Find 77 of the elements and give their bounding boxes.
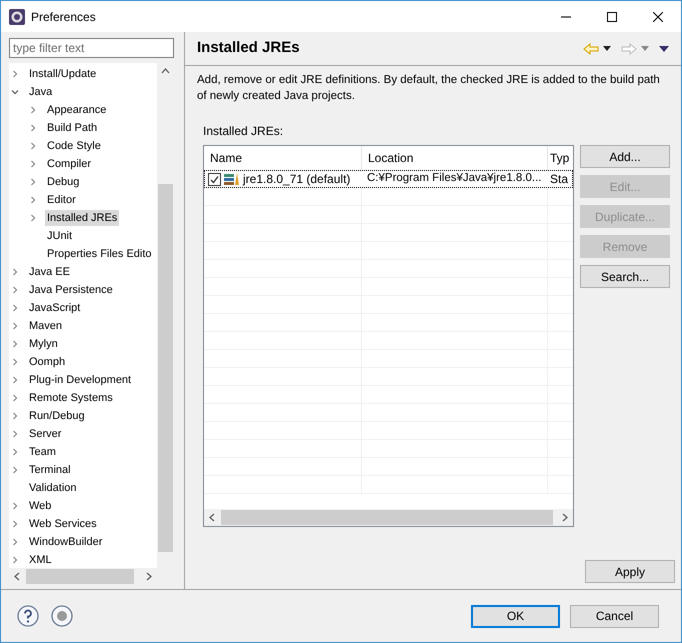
tree-item[interactable]: Editor: [45, 192, 78, 208]
dialog-button[interactable]: Cancel: [570, 604, 659, 628]
dialog-button[interactable]: OK: [471, 604, 560, 628]
tree-item[interactable]: Web Services: [27, 516, 99, 532]
chevron-right-icon[interactable]: [11, 430, 19, 438]
help-icon[interactable]: [17, 605, 39, 627]
chevron-right-icon[interactable]: [29, 106, 37, 114]
window-title: Preferences: [31, 8, 96, 26]
forward-arrow-icon[interactable]: [621, 42, 637, 54]
chevron-right-icon[interactable]: [29, 142, 37, 150]
chevron-down-icon[interactable]: [11, 88, 19, 96]
chevron-right-icon[interactable]: [11, 466, 19, 474]
chevron-right-icon[interactable]: [11, 304, 19, 312]
apply-button[interactable]: Apply: [585, 560, 675, 583]
tree-item[interactable]: Server: [27, 426, 64, 442]
tree-item[interactable]: Compiler: [45, 156, 94, 172]
tree-item[interactable]: Oomph: [27, 354, 68, 370]
chevron-right-icon[interactable]: [11, 340, 19, 348]
horizontal-scrollbar[interactable]: [204, 509, 573, 526]
dropdown-icon[interactable]: [603, 46, 611, 51]
chevron-right-icon[interactable]: [11, 556, 19, 564]
chevron-right-icon[interactable]: [29, 124, 37, 132]
filter-field[interactable]: type filter text: [9, 38, 174, 58]
column-header[interactable]: Typ: [548, 146, 573, 170]
description: Add, remove or edit JRE definitions. By default, the checked JRE is added to the build path of newly created Java projects.: [196, 73, 661, 104]
chevron-right-icon[interactable]: [29, 196, 37, 204]
tree-item[interactable]: Team: [27, 444, 58, 460]
tree-item[interactable]: Properties Files Edito: [45, 246, 154, 262]
tree-item[interactable]: Remote Systems: [27, 390, 115, 406]
tree-item[interactable]: Validation: [27, 480, 78, 496]
tree-item[interactable]: JUnit: [45, 228, 74, 244]
column-header[interactable]: Location: [362, 146, 548, 170]
tree-item[interactable]: Installed JREs: [45, 210, 120, 226]
tree-item[interactable]: Java EE: [27, 264, 72, 280]
chevron-right-icon[interactable]: [11, 394, 19, 402]
tree-item[interactable]: Debug: [45, 174, 82, 190]
tree-item[interactable]: Java: [27, 84, 54, 100]
tree-item[interactable]: Install/Update: [27, 66, 98, 82]
list-label: Installed JREs:: [203, 123, 284, 140]
tree-item[interactable]: Plug-in Development: [27, 372, 134, 388]
chevron-right-icon[interactable]: [11, 268, 19, 276]
tree-item[interactable]: Web: [27, 498, 54, 514]
table-cell-text: C:¥Program Files¥Java¥jre1.8.0...: [367, 171, 542, 186]
column-header[interactable]: Name: [204, 146, 362, 170]
table-cell-text: jre1.8.0_71 (default): [243, 171, 350, 188]
page-title: Installed JREs: [197, 38, 300, 58]
tree-item[interactable]: Appearance: [45, 102, 108, 118]
chevron-right-icon[interactable]: [29, 178, 37, 186]
chevron-right-icon[interactable]: [29, 214, 37, 222]
table-cell: Sta: [550, 171, 568, 187]
tree-item[interactable]: Terminal: [27, 462, 73, 478]
tree-item[interactable]: Mylyn: [27, 336, 60, 352]
side-button[interactable]: Add...: [580, 145, 670, 168]
books-icon: [224, 172, 240, 186]
chevron-right-icon[interactable]: [11, 448, 19, 456]
chevron-right-icon[interactable]: [11, 358, 19, 366]
chevron-right-icon[interactable]: [11, 520, 19, 528]
chevron-right-icon[interactable]: [11, 538, 19, 546]
checkbox[interactable]: [208, 172, 221, 186]
record-icon[interactable]: [51, 605, 73, 627]
chevron-right-icon[interactable]: [29, 160, 37, 168]
tree-item[interactable]: WindowBuilder: [27, 534, 104, 550]
tree-item[interactable]: XML: [27, 552, 54, 568]
chevron-right-icon[interactable]: [11, 502, 19, 510]
view-menu-icon[interactable]: [659, 46, 669, 52]
tree-item[interactable]: JavaScript: [27, 300, 82, 316]
tree-item[interactable]: Build Path: [45, 120, 100, 136]
tree-item[interactable]: Run/Debug: [27, 408, 87, 424]
side-button[interactable]: Search...: [580, 265, 670, 288]
chevron-right-icon[interactable]: [11, 286, 19, 294]
chevron-right-icon[interactable]: [11, 376, 19, 384]
tree-item[interactable]: Maven: [27, 318, 64, 334]
tree-item[interactable]: Java Persistence: [27, 282, 115, 298]
tree-item[interactable]: Code Style: [45, 138, 103, 154]
chevron-right-icon[interactable]: [11, 412, 19, 420]
chevron-right-icon[interactable]: [11, 322, 19, 330]
chevron-right-icon[interactable]: [11, 70, 19, 78]
